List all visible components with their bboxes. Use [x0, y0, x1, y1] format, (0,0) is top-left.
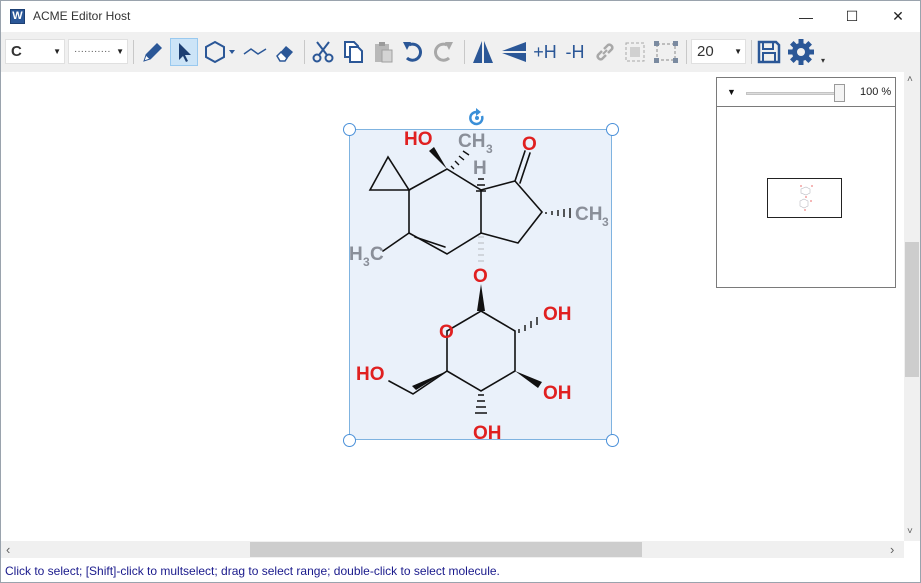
- paste-button[interactable]: [369, 38, 397, 66]
- navigator-panel: ▼ 100 %: [716, 77, 896, 288]
- navigator-viewport[interactable]: [767, 178, 842, 218]
- navigator-dropdown-icon[interactable]: ▼: [727, 87, 736, 97]
- maximize-button[interactable]: ☐: [829, 1, 875, 32]
- atom-label-o-link: O: [473, 266, 488, 287]
- pencil-button[interactable]: [139, 38, 167, 66]
- scroll-up-icon[interactable]: ˄: [907, 74, 913, 85]
- arrow-pointer-icon: [179, 43, 191, 62]
- toolbar: C ▼ ··········· ▼ +H -H 20 ▼ ▾: [1, 32, 920, 72]
- eraser-button[interactable]: [271, 38, 299, 66]
- clipboard-icon: [375, 42, 393, 63]
- eraser-icon: [276, 46, 293, 62]
- pencil-icon: [143, 43, 162, 62]
- select-button[interactable]: [170, 38, 198, 66]
- ungroup-button[interactable]: [651, 38, 681, 66]
- vertical-scroll-thumb[interactable]: [905, 242, 919, 377]
- group-icon: [625, 42, 645, 62]
- flip-vertical-button[interactable]: [499, 38, 529, 66]
- scroll-right-icon[interactable]: ›: [890, 542, 894, 557]
- atom-label-oh-3: OH: [473, 423, 502, 444]
- element-combo[interactable]: C ▼: [5, 39, 65, 64]
- toolbar-separator: [304, 40, 305, 64]
- toolbar-separator: [464, 40, 465, 64]
- app-icon: W: [10, 9, 25, 24]
- ungroup-icon: [654, 41, 678, 63]
- add-hydrogens-button[interactable]: +H: [531, 38, 559, 66]
- atom-label-oh-2: OH: [543, 383, 572, 404]
- atom-label-ch3-right: CH: [575, 204, 602, 225]
- atom-label-h3c-c: C: [370, 244, 384, 265]
- minimize-button[interactable]: —: [783, 1, 829, 32]
- chain-button[interactable]: [241, 38, 269, 66]
- flip-horizontal-button[interactable]: [469, 38, 497, 66]
- link-button[interactable]: [591, 38, 619, 66]
- title-bar: W ACME Editor Host — ☐ ✕: [1, 1, 920, 32]
- status-bar: Click to select; [Shift]-click to multse…: [1, 559, 920, 582]
- bond-style-value: ···········: [74, 46, 111, 57]
- toolbar-overflow-icon[interactable]: ▾: [818, 54, 828, 66]
- atom-label-oh-1: OH: [543, 304, 572, 325]
- atom-label-ch3-top-sub: 3: [486, 142, 493, 156]
- atom-label-o-ketone: O: [522, 134, 537, 155]
- link-icon: [596, 43, 614, 61]
- scissors-icon: [312, 41, 334, 63]
- zoom-slider-track[interactable]: [746, 92, 843, 95]
- toolbar-separator: [133, 40, 134, 64]
- atom-label-h3c-sub: 3: [363, 255, 370, 269]
- close-button[interactable]: ✕: [875, 1, 921, 32]
- remove-hydrogens-button[interactable]: -H: [561, 38, 589, 66]
- cut-button[interactable]: [309, 38, 337, 66]
- atom-label-h: H: [473, 158, 487, 179]
- vertical-scrollbar[interactable]: ˄ ˅: [904, 72, 920, 541]
- atom-label-ho-top: HO: [404, 129, 433, 150]
- chevron-down-icon: ▼: [734, 47, 742, 56]
- atom-label-ch3-top: CH: [458, 131, 485, 152]
- atom-label-h3c-h: H: [349, 244, 363, 265]
- navigator-header: ▼ 100 %: [717, 78, 895, 107]
- save-button[interactable]: [755, 38, 783, 66]
- chevron-down-icon: ▼: [116, 47, 124, 56]
- zoom-slider-thumb[interactable]: [834, 84, 845, 102]
- redo-icon: [434, 42, 453, 62]
- atom-label-ho-ch2: HO: [356, 364, 385, 385]
- ring-template-button[interactable]: [201, 38, 239, 66]
- horizontal-scroll-thumb[interactable]: [250, 542, 642, 557]
- scroll-down-icon[interactable]: ˅: [907, 526, 913, 537]
- scroll-left-icon[interactable]: ‹: [6, 542, 10, 557]
- zoom-level: 100 %: [860, 86, 892, 98]
- navigator-thumbnail: [799, 185, 813, 211]
- window-title: ACME Editor Host: [33, 9, 131, 23]
- toolbar-separator: [686, 40, 687, 64]
- atom-label-o-ring: O: [439, 322, 454, 343]
- status-text: Click to select; [Shift]-click to multse…: [5, 564, 500, 578]
- atom-label-ch3-right-sub: 3: [602, 215, 609, 229]
- add-hydrogens-label: +H: [533, 41, 557, 62]
- save-icon: [757, 40, 781, 64]
- element-value: C: [11, 43, 22, 60]
- undo-button[interactable]: [399, 38, 427, 66]
- copy-button[interactable]: [339, 38, 367, 66]
- chevron-down-icon: ▼: [53, 47, 61, 56]
- hexagon-icon: [205, 40, 235, 64]
- redo-button[interactable]: [429, 38, 457, 66]
- font-size-value: 20: [697, 43, 714, 60]
- editor-window: W ACME Editor Host — ☐ ✕ C ▼ ···········…: [0, 0, 921, 583]
- bond-style-combo[interactable]: ··········· ▼: [68, 39, 128, 64]
- font-size-combo[interactable]: 20 ▼: [691, 39, 746, 64]
- flip-horizontal-icon: [473, 41, 493, 63]
- chain-icon: [243, 48, 267, 55]
- undo-icon: [403, 42, 422, 62]
- remove-hydrogens-label: -H: [565, 41, 585, 62]
- copy-icon: [344, 41, 363, 63]
- gear-icon: [788, 39, 814, 65]
- flip-vertical-icon: [502, 42, 526, 62]
- group-button[interactable]: [621, 38, 649, 66]
- horizontal-scrollbar[interactable]: ‹ ›: [1, 541, 904, 558]
- settings-button[interactable]: [785, 38, 817, 66]
- toolbar-separator: [751, 40, 752, 64]
